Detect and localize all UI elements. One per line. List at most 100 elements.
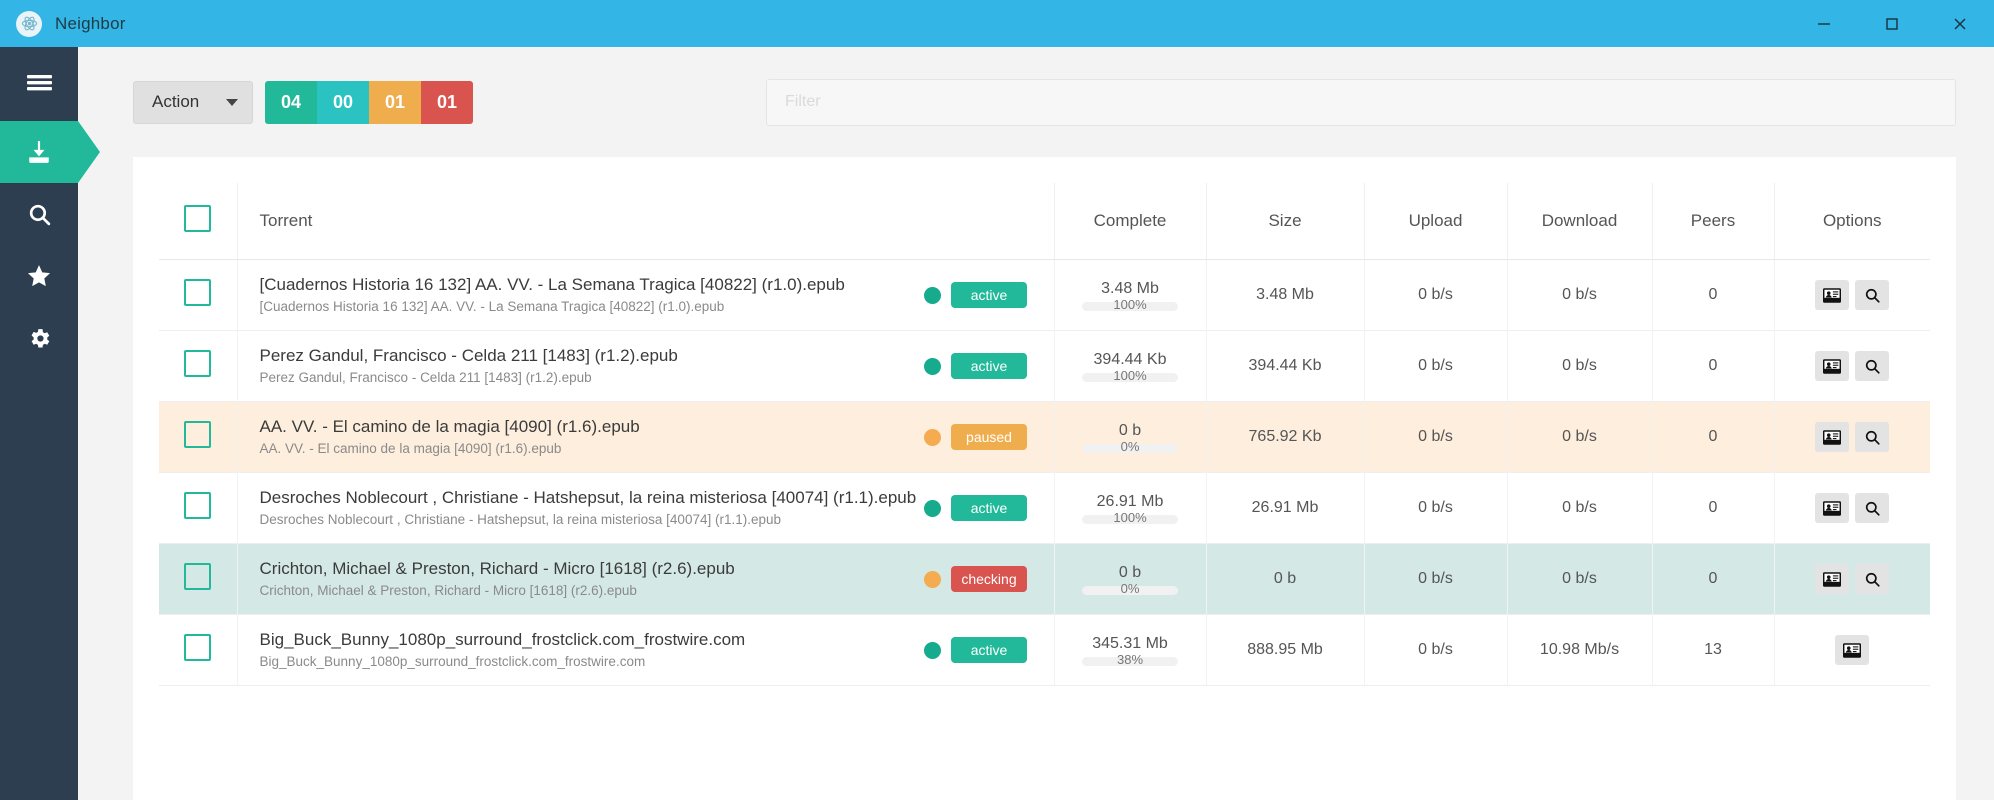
header-complete[interactable]: Complete (1053, 183, 1206, 260)
progress-bar: 100% (1082, 297, 1178, 312)
header-torrent[interactable]: Torrent (237, 183, 924, 260)
table-header: Torrent Complete Size Upload Download Pe… (159, 183, 1930, 260)
window-titlebar: Neighbor (0, 0, 1994, 47)
torrent-subtitle: Big_Buck_Bunny_1080p_surround_frostclick… (259, 654, 646, 670)
row-checkbox[interactable] (184, 350, 212, 377)
magnifier-icon[interactable] (1855, 351, 1890, 381)
minimize-icon[interactable] (1790, 0, 1858, 47)
action-dropdown-button[interactable]: Action (133, 80, 253, 124)
complete-value: 0 b (1118, 421, 1142, 439)
status-cell: checking (924, 544, 1054, 615)
magnifier-icon[interactable] (1855, 564, 1890, 594)
status-badge: active (951, 637, 1027, 663)
status-dot (924, 357, 941, 375)
table-row[interactable]: Perez Gandul, Francisco - Celda 211 [148… (159, 330, 1930, 402)
action-dropdown-label: Action (152, 92, 200, 111)
magnifier-icon[interactable] (1855, 493, 1890, 523)
table-row[interactable]: AA. VV. - El camino de la magia [4090] (… (159, 401, 1931, 473)
magnifier-icon[interactable] (1855, 280, 1890, 310)
upload-cell: 0 b/s (1363, 614, 1507, 686)
contact-card-icon[interactable] (1815, 280, 1850, 310)
header-size[interactable]: Size (1205, 183, 1364, 260)
toolbar: Action 04 00 01 01 (78, 47, 1994, 157)
row-select-cell (159, 543, 238, 615)
status-cell: active (924, 615, 1054, 686)
status-group: active (924, 282, 1054, 308)
status-group: checking (924, 566, 1054, 592)
peers-cell: 0 (1651, 259, 1774, 331)
contact-card-icon[interactable] (1815, 351, 1850, 381)
maximize-icon[interactable] (1858, 0, 1926, 47)
header-upload[interactable]: Upload (1363, 183, 1507, 260)
sidebar-item-menu[interactable] (0, 47, 78, 121)
status-badge: paused (951, 424, 1027, 450)
options-group (1775, 493, 1931, 523)
gear-icon (27, 326, 52, 351)
table-body: [Cuadernos Historia 16 132] AA. VV. - La… (159, 259, 1931, 686)
magnifier-icon[interactable] (1855, 422, 1890, 452)
row-select-cell (159, 401, 238, 473)
torrent-title: AA. VV. - El camino de la magia [4090] (… (259, 416, 640, 436)
close-icon[interactable] (1926, 0, 1994, 47)
options-group (1775, 422, 1931, 452)
badge-active-count[interactable]: 04 (265, 80, 317, 124)
header-options: Options (1773, 183, 1930, 260)
row-checkbox[interactable] (184, 279, 212, 306)
table-row[interactable]: Big_Buck_Bunny_1080p_surround_frostclick… (159, 614, 1931, 686)
complete-cell: 3.48 Mb 100% (1053, 259, 1206, 331)
contact-card-icon[interactable] (1815, 422, 1850, 452)
status-dot (924, 499, 941, 517)
sidebar-item-settings[interactable] (0, 307, 78, 369)
search-input[interactable] (766, 78, 1956, 126)
badge-error-count[interactable]: 01 (421, 80, 473, 124)
row-checkbox[interactable] (184, 634, 212, 661)
torrent-table: Torrent Complete Size Upload Download Pe… (159, 183, 1930, 686)
status-cell: active (924, 331, 1054, 402)
status-dot (924, 570, 941, 588)
torrent-subtitle: Perez Gandul, Francisco - Celda 211 [148… (259, 370, 592, 386)
row-checkbox[interactable] (184, 492, 212, 519)
contact-card-icon[interactable] (1815, 493, 1850, 523)
badge-paused-count[interactable]: 01 (369, 80, 421, 124)
row-checkbox[interactable] (184, 563, 212, 590)
torrent-title: Perez Gandul, Francisco - Celda 211 [148… (259, 345, 678, 365)
size-cell: 765.92 Kb (1205, 401, 1364, 473)
table-row[interactable]: [Cuadernos Historia 16 132] AA. VV. - La… (159, 259, 1930, 331)
status-badge: active (951, 495, 1027, 521)
progress-percent: 38% (1116, 651, 1144, 667)
options-cell (1773, 543, 1930, 615)
complete-value: 3.48 Mb (1101, 279, 1159, 297)
contact-card-icon[interactable] (1835, 635, 1870, 665)
row-select-cell (159, 330, 238, 402)
badge-inactive-count[interactable]: 00 (317, 80, 369, 124)
select-all-header (159, 183, 238, 260)
status-dot (924, 641, 941, 659)
sidebar (0, 47, 100, 800)
options-group (1775, 635, 1931, 665)
sidebar-item-downloads[interactable] (0, 121, 100, 183)
header-peers[interactable]: Peers (1651, 183, 1774, 260)
row-checkbox[interactable] (184, 421, 212, 448)
status-cell: paused (924, 402, 1054, 473)
sidebar-item-search[interactable] (0, 183, 78, 245)
peers-cell: 13 (1651, 614, 1774, 686)
header-download[interactable]: Download (1506, 183, 1652, 260)
table-row[interactable]: Desroches Noblecourt , Christiane - Hats… (159, 472, 1931, 544)
upload-cell: 0 b/s (1363, 259, 1507, 331)
size-cell: 888.95 Mb (1205, 614, 1364, 686)
app-body: Action 04 00 01 01 Filter Torrent Comple… (0, 47, 1994, 800)
torrent-name-cell: Big_Buck_Bunny_1080p_surround_frostclick… (237, 615, 924, 686)
torrent-title: Desroches Noblecourt , Christiane - Hats… (259, 487, 917, 507)
select-all-checkbox[interactable] (184, 205, 212, 232)
progress-group: 26.91 Mb 100% (1055, 493, 1206, 525)
torrent-name-cell: [Cuadernos Historia 16 132] AA. VV. - La… (237, 260, 924, 331)
contact-card-icon[interactable] (1815, 564, 1850, 594)
table-row[interactable]: Crichton, Michael & Preston, Richard - M… (159, 543, 1930, 615)
progress-group: 3.48 Mb 100% (1055, 279, 1206, 312)
hamburger-menu-icon (26, 73, 53, 96)
main-content: Action 04 00 01 01 Filter Torrent Comple… (78, 47, 1994, 800)
complete-cell: 0 b 0% (1053, 543, 1206, 615)
size-cell: 3.48 Mb (1205, 259, 1364, 331)
size-cell: 394.44 Kb (1205, 330, 1364, 402)
sidebar-item-favorites[interactable] (0, 245, 78, 307)
